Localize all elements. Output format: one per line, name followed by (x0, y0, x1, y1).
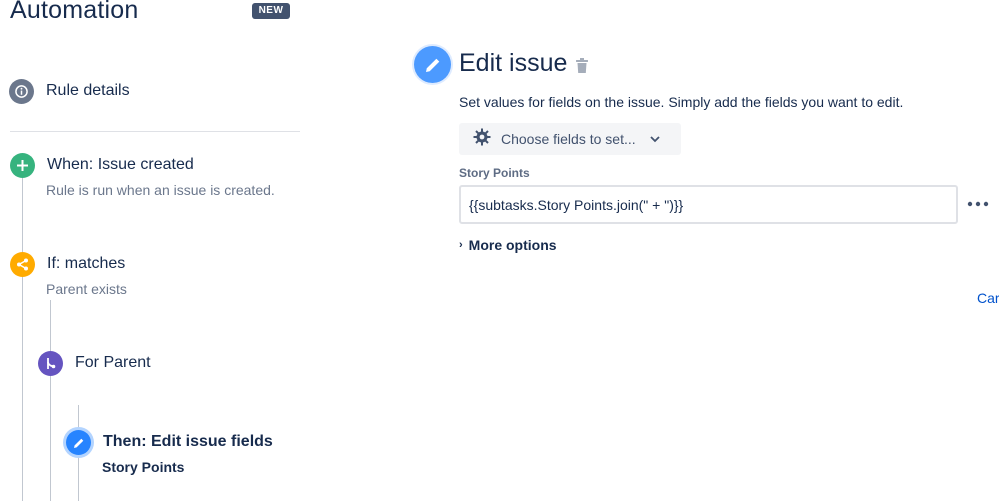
action-title[interactable]: Then: Edit issue fields (103, 433, 273, 451)
more-actions-icon[interactable] (967, 197, 989, 211)
pencil-icon[interactable] (66, 430, 91, 455)
page-title: Automation (10, 0, 139, 24)
divider (10, 131, 300, 132)
timeline-line (50, 376, 51, 501)
choose-fields-button[interactable]: Choose fields to set... (459, 123, 681, 155)
choose-fields-label: Choose fields to set... (501, 131, 636, 147)
story-points-input[interactable] (459, 185, 958, 224)
more-options-toggle[interactable]: › More options (459, 237, 557, 253)
cancel-link[interactable]: Car (977, 290, 999, 306)
trigger-title[interactable]: When: Issue created (47, 156, 194, 174)
panel-title: Edit issue (459, 49, 568, 77)
chevron-down-icon (650, 130, 660, 148)
gear-icon (473, 128, 491, 151)
condition-title[interactable]: If: matches (47, 255, 125, 273)
condition-subtitle: Parent exists (46, 281, 127, 297)
branch-title[interactable]: For Parent (75, 354, 151, 372)
branch-icon[interactable] (38, 351, 63, 376)
timeline-line (78, 455, 79, 501)
trigger-subtitle: Rule is run when an issue is created. (46, 182, 275, 198)
new-badge: NEW (252, 3, 290, 19)
timeline-line (22, 178, 23, 252)
timeline-line (50, 300, 51, 351)
plus-icon[interactable] (10, 153, 35, 178)
trash-icon[interactable] (575, 58, 589, 74)
panel-description: Set values for fields on the issue. Simp… (459, 94, 904, 110)
share-icon[interactable] (10, 252, 35, 277)
chevron-right-icon: › (459, 239, 463, 251)
timeline-line (22, 277, 23, 501)
rule-details-link[interactable]: Rule details (46, 82, 130, 100)
story-points-label: Story Points (459, 166, 530, 180)
timeline-line (78, 405, 79, 430)
action-subtitle: Story Points (102, 459, 185, 475)
more-options-label: More options (468, 237, 557, 253)
pencil-icon (414, 46, 451, 83)
info-icon[interactable] (9, 79, 34, 104)
